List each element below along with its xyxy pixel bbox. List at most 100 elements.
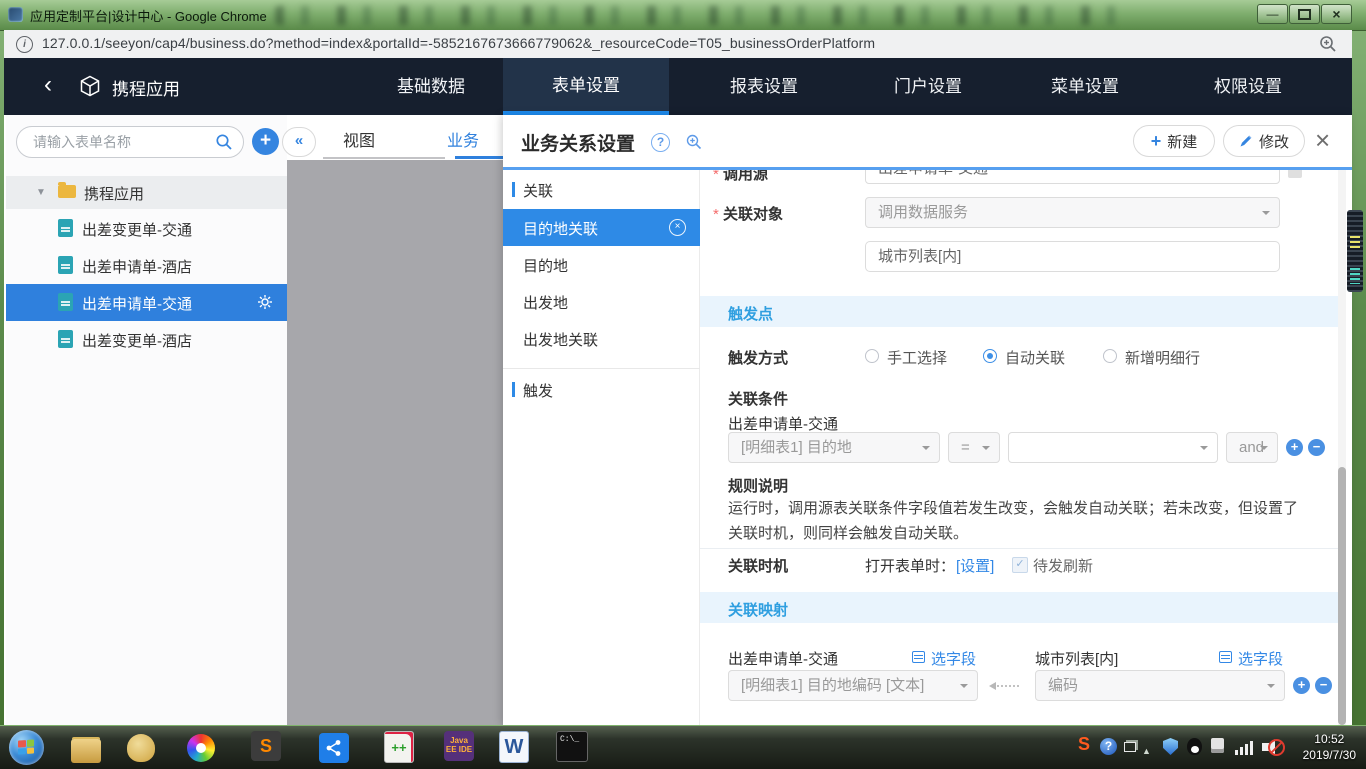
tray-hidden-icons-arrow[interactable]: ▲ bbox=[1142, 742, 1151, 760]
tray-sogou-icon[interactable]: S bbox=[1078, 735, 1090, 753]
radio-manual-label[interactable]: 手工选择 bbox=[887, 347, 947, 368]
condition-logic-select[interactable]: and bbox=[1226, 432, 1278, 463]
maximize-dialog-icon[interactable] bbox=[685, 133, 703, 151]
help-icon[interactable]: ? bbox=[651, 133, 670, 152]
menu-item-departure[interactable]: 出发地 bbox=[503, 283, 700, 320]
tree-item[interactable]: 出差申请单-酒店 bbox=[6, 247, 287, 284]
menu-item-destination[interactable]: 目的地 bbox=[503, 246, 700, 283]
taskbar-javaee-ide-icon[interactable]: Java EE IDE bbox=[444, 731, 474, 761]
chevron-down-icon bbox=[922, 446, 930, 454]
pending-refresh-checkbox[interactable]: ✓ bbox=[1012, 557, 1028, 573]
nav-tab-menu-settings[interactable]: 菜单设置 bbox=[1051, 58, 1119, 115]
nav-tab-basic-data[interactable]: 基础数据 bbox=[397, 58, 465, 115]
scrollbar-thumb[interactable] bbox=[1338, 467, 1346, 725]
menu-item-label: 出发地 bbox=[523, 295, 569, 312]
tree-item-selected[interactable]: 出差申请单-交通 bbox=[6, 284, 287, 321]
pending-refresh-label[interactable]: 待发刷新 bbox=[1033, 555, 1093, 576]
taskbar-browser-icon[interactable] bbox=[184, 731, 218, 765]
tree-item[interactable]: 出差变更单-交通 bbox=[6, 210, 287, 247]
taskbar-clock[interactable]: 10:52 2019/7/30 bbox=[1303, 731, 1356, 763]
search-input[interactable] bbox=[31, 131, 205, 153]
mapping-right-pick-link[interactable]: 选字段 bbox=[1238, 648, 1283, 669]
target-select[interactable]: 调用数据服务 bbox=[865, 197, 1280, 228]
remove-item-icon[interactable]: × bbox=[669, 219, 686, 236]
tab-view[interactable]: 视图 bbox=[343, 127, 375, 151]
search-box[interactable] bbox=[16, 126, 244, 158]
url-text[interactable]: 127.0.0.1/seeyon/cap4/business.do?method… bbox=[42, 35, 875, 51]
tray-window-icon[interactable] bbox=[1124, 742, 1136, 752]
sidebar-collapse-button[interactable]: « bbox=[282, 127, 316, 157]
add-condition-button[interactable]: + bbox=[1286, 439, 1303, 456]
tray-volume-muted-icon[interactable] bbox=[1262, 739, 1285, 756]
tray-qq-icon[interactable] bbox=[1187, 738, 1202, 755]
taskbar: S ++ Java EE IDE W C:\_ S ? ▲ 10:52 2019… bbox=[0, 725, 1366, 769]
back-icon[interactable]: ‹ bbox=[44, 71, 52, 99]
page-info-icon[interactable]: i bbox=[16, 36, 33, 53]
condition-field-select[interactable]: [明细表1] 目的地 bbox=[728, 432, 940, 463]
menu-item-destination-relation[interactable]: 目的地关联 × bbox=[503, 209, 700, 246]
zoom-icon[interactable] bbox=[1318, 34, 1338, 54]
mapping-right-field-select[interactable]: 编码 bbox=[1035, 670, 1285, 701]
nav-tab-permission-settings[interactable]: 权限设置 bbox=[1214, 58, 1282, 115]
address-bar[interactable]: i 127.0.0.1/seeyon/cap4/business.do?meth… bbox=[4, 30, 1352, 59]
tray-plugin-icon[interactable] bbox=[1211, 738, 1224, 753]
close-dialog-icon[interactable]: × bbox=[1315, 127, 1330, 153]
taskbar-notepad-icon[interactable]: ++ bbox=[384, 731, 414, 763]
form-doc-icon bbox=[58, 256, 73, 274]
group-marker bbox=[512, 382, 515, 397]
canvas-dim-area bbox=[287, 160, 503, 725]
nav-tab-form-settings[interactable]: 表单设置 bbox=[503, 58, 669, 115]
timing-settings-link[interactable]: [设置] bbox=[956, 555, 994, 576]
taskbar-navicat-icon[interactable] bbox=[124, 731, 158, 765]
remove-mapping-button[interactable]: − bbox=[1315, 677, 1332, 694]
tree-item-label: 出差申请单-酒店 bbox=[82, 259, 192, 276]
remove-condition-button[interactable]: − bbox=[1308, 439, 1325, 456]
minimize-button[interactable]: — bbox=[1257, 4, 1288, 24]
taskbar-sublime-icon[interactable]: S bbox=[251, 731, 281, 761]
tray-help-icon[interactable]: ? bbox=[1100, 738, 1117, 755]
service-field[interactable]: 城市列表[内] bbox=[865, 241, 1280, 272]
radio-manual[interactable] bbox=[865, 349, 879, 363]
radio-auto-label[interactable]: 自动关联 bbox=[1005, 347, 1065, 368]
add-form-button[interactable]: + bbox=[252, 128, 279, 155]
designer-canvas: 视图 业务 bbox=[287, 115, 503, 725]
gadget-meter-cyan bbox=[1350, 268, 1360, 284]
mapping-left-field-select[interactable]: [明细表1] 目的地编码 [文本] bbox=[728, 670, 978, 701]
condition-operator-select[interactable]: = bbox=[948, 432, 1000, 463]
tree-expand-icon[interactable]: ▼ bbox=[36, 187, 46, 198]
close-window-button[interactable]: × bbox=[1321, 4, 1352, 24]
radio-new-detail-row[interactable] bbox=[1103, 349, 1117, 363]
dialog-title: 业务关系设置 bbox=[521, 134, 636, 155]
clock-time: 10:52 bbox=[1314, 732, 1345, 746]
start-button[interactable] bbox=[9, 730, 44, 765]
taskbar-word-icon[interactable]: W bbox=[499, 731, 529, 763]
radio-new-detail-row-label[interactable]: 新增明细行 bbox=[1125, 347, 1200, 368]
source-extra-button[interactable] bbox=[1288, 170, 1302, 178]
nav-tab-report-settings[interactable]: 报表设置 bbox=[730, 58, 798, 115]
radio-auto[interactable] bbox=[983, 349, 997, 363]
new-button[interactable]: + 新建 bbox=[1133, 125, 1215, 157]
tree-item[interactable]: 出差变更单-酒店 bbox=[6, 321, 287, 358]
add-mapping-button[interactable]: + bbox=[1293, 677, 1310, 694]
app-cube-icon[interactable] bbox=[78, 74, 102, 98]
tray-network-signal-icon[interactable] bbox=[1235, 740, 1253, 755]
window-titlebar[interactable]: 应用定制平台|设计中心 - Google Chrome — × bbox=[0, 0, 1366, 31]
condition-value-select[interactable] bbox=[1008, 432, 1218, 463]
mapping-left-pick-link[interactable]: 选字段 bbox=[931, 648, 976, 669]
gadget-meter-yellow bbox=[1350, 236, 1360, 250]
modify-button[interactable]: 修改 bbox=[1223, 125, 1305, 157]
group-marker bbox=[512, 182, 515, 197]
nav-tab-portal-settings[interactable]: 门户设置 bbox=[894, 58, 962, 115]
maximize-button[interactable] bbox=[1289, 4, 1320, 24]
gear-icon[interactable] bbox=[257, 294, 273, 310]
tab-view-underline bbox=[323, 157, 445, 159]
tray-security-shield-icon[interactable] bbox=[1163, 738, 1178, 755]
taskbar-explorer-icon[interactable] bbox=[69, 731, 103, 765]
tab-business[interactable]: 业务 bbox=[447, 127, 479, 151]
menu-item-departure-relation[interactable]: 出发地关联 bbox=[503, 320, 700, 357]
tree-folder-row[interactable]: ▼ 携程应用 bbox=[6, 176, 287, 209]
source-field[interactable]: 出差申请单-交通 bbox=[865, 170, 1280, 184]
search-icon[interactable] bbox=[215, 133, 233, 151]
taskbar-share-tool-icon[interactable] bbox=[317, 731, 351, 765]
taskbar-cmd-icon[interactable]: C:\_ bbox=[556, 731, 588, 762]
